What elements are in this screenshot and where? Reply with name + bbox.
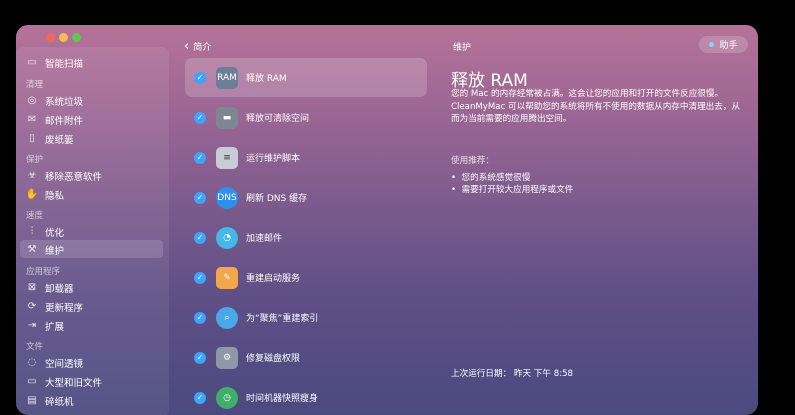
- checkmark-icon[interactable]: ✓: [194, 111, 206, 124]
- biohazard-icon: ☣: [27, 170, 37, 181]
- usage-header: 使用推荐：: [451, 156, 494, 166]
- sidebar-item-system-junk[interactable]: ◎ 系统垃圾: [26, 92, 83, 109]
- mail-speed-icon: ◔: [216, 226, 238, 249]
- section-title: 维护: [453, 43, 472, 53]
- sidebar-header-applications: 应用程序: [26, 267, 61, 277]
- usage-item: • 您的系统感觉很慢: [451, 173, 531, 183]
- spotlight-icon: ⌕: [216, 306, 238, 329]
- assistant-button[interactable]: 助手: [699, 36, 748, 53]
- sidebar-item-extensions[interactable]: ⇥ 扩展: [26, 317, 64, 334]
- sidebar-header-speed: 速度: [26, 211, 44, 221]
- sidebar-item-smart-scan[interactable]: ▭ 智能扫描: [26, 54, 83, 71]
- checkmark-icon[interactable]: ✓: [194, 351, 206, 364]
- close-window-button[interactable]: [46, 33, 55, 42]
- task-item-rebuild-launch-services[interactable]: ✓ ✎ 重建启动服务: [185, 258, 427, 297]
- task-item-speed-up-mail[interactable]: ✓ ◔ 加速邮件: [185, 218, 427, 257]
- sidebar-item-privacy[interactable]: ✋ 隐私: [26, 186, 64, 203]
- sidebar-header-clean: 清理: [26, 80, 44, 90]
- sidebar-item-shredder[interactable]: ▤ 碎纸机: [26, 392, 73, 409]
- assistant-dot-icon: [709, 42, 715, 47]
- task-item-free-ram[interactable]: ✓ RAM 释放 RAM: [185, 58, 427, 97]
- checkmark-icon[interactable]: ✓: [194, 71, 206, 84]
- hand-icon: ✋: [25, 189, 39, 200]
- bullet-icon: •: [451, 173, 462, 183]
- zoom-window-button[interactable]: [72, 33, 81, 42]
- back-button[interactable]: ‹ 简介: [184, 39, 211, 54]
- wrench-icon: ⚒: [27, 244, 37, 255]
- sidebar-item-space-lens[interactable]: ◌ 空间透镜: [26, 354, 83, 371]
- sidebar-item-maintenance[interactable]: ⚒ 维护: [26, 241, 65, 258]
- checkmark-icon[interactable]: ✓: [194, 191, 206, 204]
- uninstaller-icon: ⊠: [27, 282, 37, 293]
- task-item-purgeable-space[interactable]: ✓ ▬ 释放可清除空间: [185, 98, 427, 137]
- last-run-date: 上次运行日期： 昨天 下午 8:58: [451, 369, 574, 379]
- sidebar-header-files: 文件: [26, 342, 44, 352]
- launch-services-icon: ✎: [216, 266, 238, 289]
- detail-description: 您的 Mac 的内存经常被占满。这会让您的应用和打开的文件反应很慢。CleanM…: [451, 89, 741, 124]
- time-machine-icon: ◷: [216, 386, 238, 409]
- system-junk-icon: ◎: [27, 95, 37, 106]
- task-item-repair-permissions[interactable]: ✓ ⚙ 修复磁盘权限: [185, 338, 427, 377]
- bullet-icon: •: [451, 185, 462, 195]
- minimize-window-button[interactable]: [59, 33, 68, 42]
- usage-item: • 需要打开较大应用程序或文件: [451, 185, 574, 195]
- monitor-icon: ▭: [27, 57, 37, 68]
- task-item-flush-dns[interactable]: ✓ DNS 刷新 DNS 缓存: [185, 178, 427, 217]
- sidebar-header-protect: 保护: [26, 155, 44, 165]
- checkmark-icon[interactable]: ✓: [194, 311, 206, 324]
- checkmark-icon[interactable]: ✓: [194, 151, 206, 164]
- extensions-icon: ⇥: [27, 320, 37, 331]
- task-item-thin-time-machine[interactable]: ✓ ◷ 时间机器快照瘦身: [185, 378, 427, 415]
- mail-icon: ✉: [27, 114, 37, 125]
- ram-icon: RAM: [216, 66, 238, 89]
- dns-icon: DNS: [216, 186, 238, 209]
- script-icon: ≡: [216, 146, 238, 169]
- task-item-reindex-spotlight[interactable]: ✓ ⌕ 为“聚焦”重建索引: [185, 298, 427, 337]
- app-window: ▭ 智能扫描 清理 ◎ 系统垃圾 ✉ 邮件附件 ▯ 废纸篓 保护 ☣ 移除恶意软…: [16, 25, 758, 415]
- updater-icon: ⟳: [27, 301, 37, 312]
- sidebar: ▭ 智能扫描 清理 ◎ 系统垃圾 ✉ 邮件附件 ▯ 废纸篓 保护 ☣ 移除恶意软…: [16, 47, 169, 415]
- chevron-left-icon: ‹: [184, 39, 190, 54]
- trash-icon: ▯: [29, 133, 35, 144]
- checkmark-icon[interactable]: ✓: [194, 271, 206, 284]
- sidebar-item-updater[interactable]: ⟳ 更新程序: [26, 298, 83, 315]
- sidebar-item-uninstaller[interactable]: ⊠ 卸载器: [26, 279, 74, 296]
- sidebar-item-malware[interactable]: ☣ 移除恶意软件: [26, 167, 103, 184]
- lens-icon: ◌: [27, 357, 37, 368]
- task-item-maintenance-scripts[interactable]: ✓ ≡ 运行维护脚本: [185, 138, 427, 177]
- sliders-icon: ⫶: [30, 226, 34, 237]
- sidebar-item-mail-attachments[interactable]: ✉ 邮件附件: [26, 111, 83, 128]
- shredder-icon: ▤: [27, 395, 37, 406]
- sidebar-item-trash[interactable]: ▯ 废纸篓: [26, 130, 73, 147]
- sidebar-item-large-old-files[interactable]: ▭ 大型和旧文件: [26, 373, 102, 390]
- sidebar-item-optimize[interactable]: ⫶ 优化: [26, 223, 64, 240]
- checkmark-icon[interactable]: ✓: [194, 231, 206, 244]
- folder-icon: ▭: [27, 376, 37, 387]
- checkmark-icon[interactable]: ✓: [194, 391, 206, 404]
- disk-icon: ▬: [216, 106, 238, 129]
- permission-icon: ⚙: [216, 346, 238, 369]
